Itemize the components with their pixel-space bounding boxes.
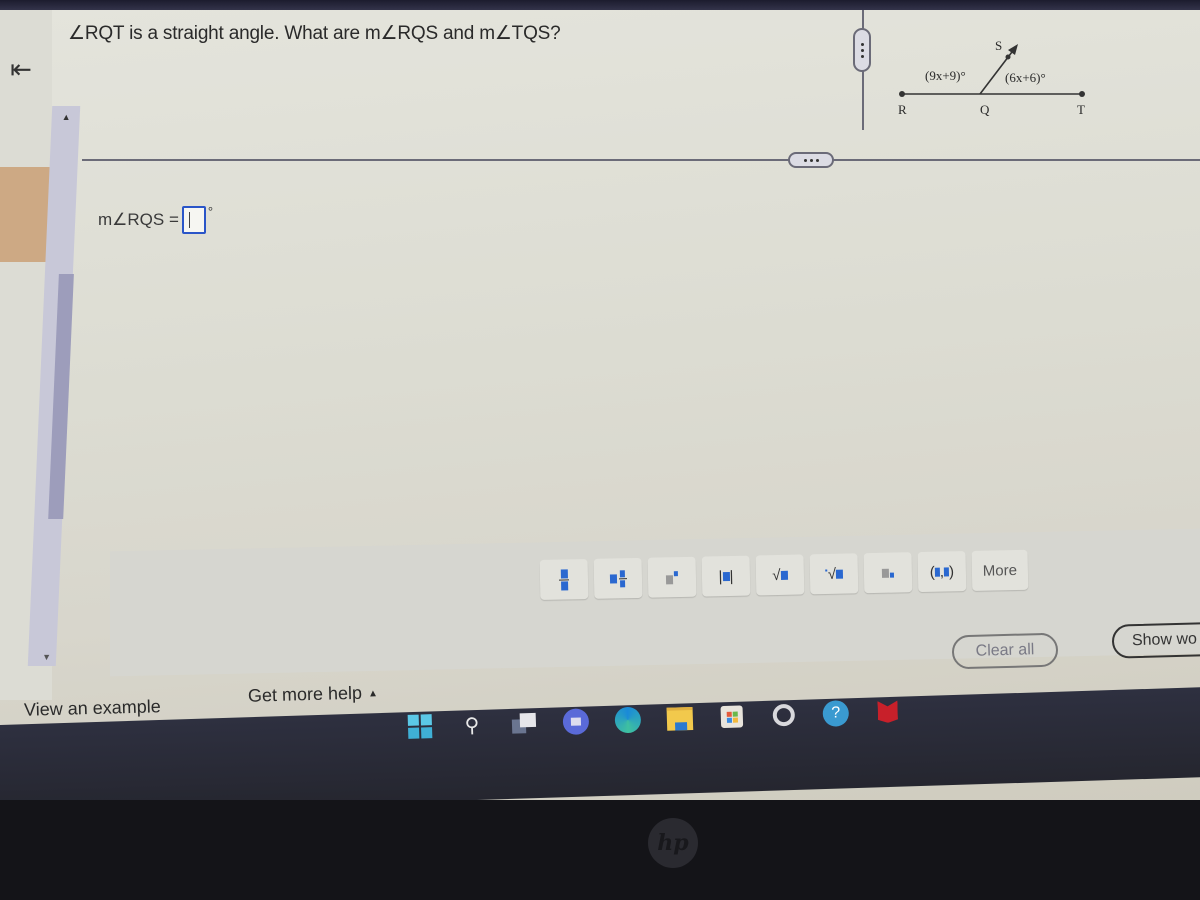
get-more-help-link[interactable]: Get more help ▲ bbox=[248, 682, 378, 706]
edge-browser-icon[interactable] bbox=[612, 705, 643, 736]
scroll-thumb[interactable] bbox=[48, 274, 74, 519]
point-t bbox=[1079, 91, 1085, 97]
exponent-button[interactable] bbox=[647, 556, 697, 598]
microsoft-store-icon[interactable] bbox=[716, 701, 747, 732]
nth-root-icon: ▪√ bbox=[825, 565, 844, 582]
fraction-icon bbox=[558, 568, 570, 591]
label-r: R bbox=[898, 102, 907, 117]
subscript-button[interactable] bbox=[863, 552, 913, 594]
window-top-bar bbox=[0, 0, 1200, 10]
back-to-start-button[interactable]: ⇤ bbox=[6, 54, 36, 84]
get-more-help-label: Get more help bbox=[247, 682, 363, 706]
task-view-icon[interactable] bbox=[508, 708, 539, 739]
question-text: ∠RQT is a straight angle. What are m∠RQS… bbox=[68, 23, 561, 44]
point-r bbox=[899, 91, 905, 97]
help-mail-icon[interactable]: ? bbox=[820, 698, 851, 729]
label-t: T bbox=[1077, 102, 1085, 117]
laptop-bezel bbox=[0, 800, 1200, 900]
mcafee-icon[interactable] bbox=[872, 696, 903, 727]
screen: ⇤ ▲ ▼ ∠RQT is a straight angle. What are… bbox=[0, 0, 1200, 800]
text-caret bbox=[188, 212, 190, 228]
nth-root-button[interactable]: ▪√ bbox=[809, 553, 859, 595]
square-root-button[interactable]: √ bbox=[755, 554, 805, 596]
answer-row: m∠RQS = ° bbox=[98, 204, 214, 234]
more-button[interactable]: More bbox=[971, 549, 1029, 591]
ordered-pair-icon: (,) bbox=[929, 562, 955, 581]
clear-all-button[interactable]: Clear all bbox=[951, 632, 1059, 670]
square-root-icon: √ bbox=[772, 566, 788, 584]
angle-tqs-label: (6x+6)° bbox=[1005, 70, 1046, 85]
fraction-button[interactable] bbox=[539, 558, 589, 600]
angle-rqs-label: (9x+9)° bbox=[925, 68, 966, 83]
ordered-pair-button[interactable]: (,) bbox=[917, 551, 967, 593]
answer-label: m∠RQS = bbox=[98, 210, 179, 229]
vertical-split-handle[interactable] bbox=[853, 28, 871, 72]
label-q: Q bbox=[980, 102, 990, 117]
arrow-s-icon bbox=[1008, 44, 1018, 55]
view-example-link[interactable]: View an example bbox=[24, 696, 161, 721]
search-icon[interactable]: ⚲ bbox=[457, 709, 488, 740]
exponent-icon bbox=[665, 570, 678, 584]
file-explorer-icon[interactable] bbox=[664, 703, 695, 734]
absolute-value-button[interactable]: | | bbox=[701, 555, 751, 597]
hp-logo: hp bbox=[648, 818, 698, 868]
label-s: S bbox=[995, 38, 1002, 53]
scroll-down-icon[interactable]: ▼ bbox=[42, 652, 51, 662]
horizontal-split-handle[interactable] bbox=[788, 152, 834, 168]
teams-meet-icon[interactable] bbox=[560, 706, 591, 737]
panel-divider bbox=[82, 159, 1200, 161]
show-work-button[interactable]: Show wo bbox=[1111, 621, 1200, 659]
app-circle-icon[interactable] bbox=[768, 700, 799, 731]
caret-up-icon: ▲ bbox=[367, 688, 379, 700]
windows-start-icon[interactable] bbox=[405, 711, 436, 742]
scroll-up-icon[interactable]: ▲ bbox=[62, 112, 71, 122]
point-s bbox=[1005, 54, 1011, 60]
mixed-number-button[interactable] bbox=[593, 557, 643, 599]
rail-accent-tab[interactable] bbox=[0, 167, 50, 262]
degree-unit: ° bbox=[207, 204, 214, 219]
back-arrow-icon: ⇤ bbox=[10, 53, 32, 84]
absolute-value-icon: | | bbox=[718, 567, 734, 585]
mixed-number-icon bbox=[609, 569, 627, 587]
subscript-icon bbox=[881, 568, 895, 578]
angle-figure: R Q T S (9x+9)° (6x+6)° bbox=[898, 38, 1085, 117]
angle-rqs-input[interactable] bbox=[181, 206, 206, 234]
